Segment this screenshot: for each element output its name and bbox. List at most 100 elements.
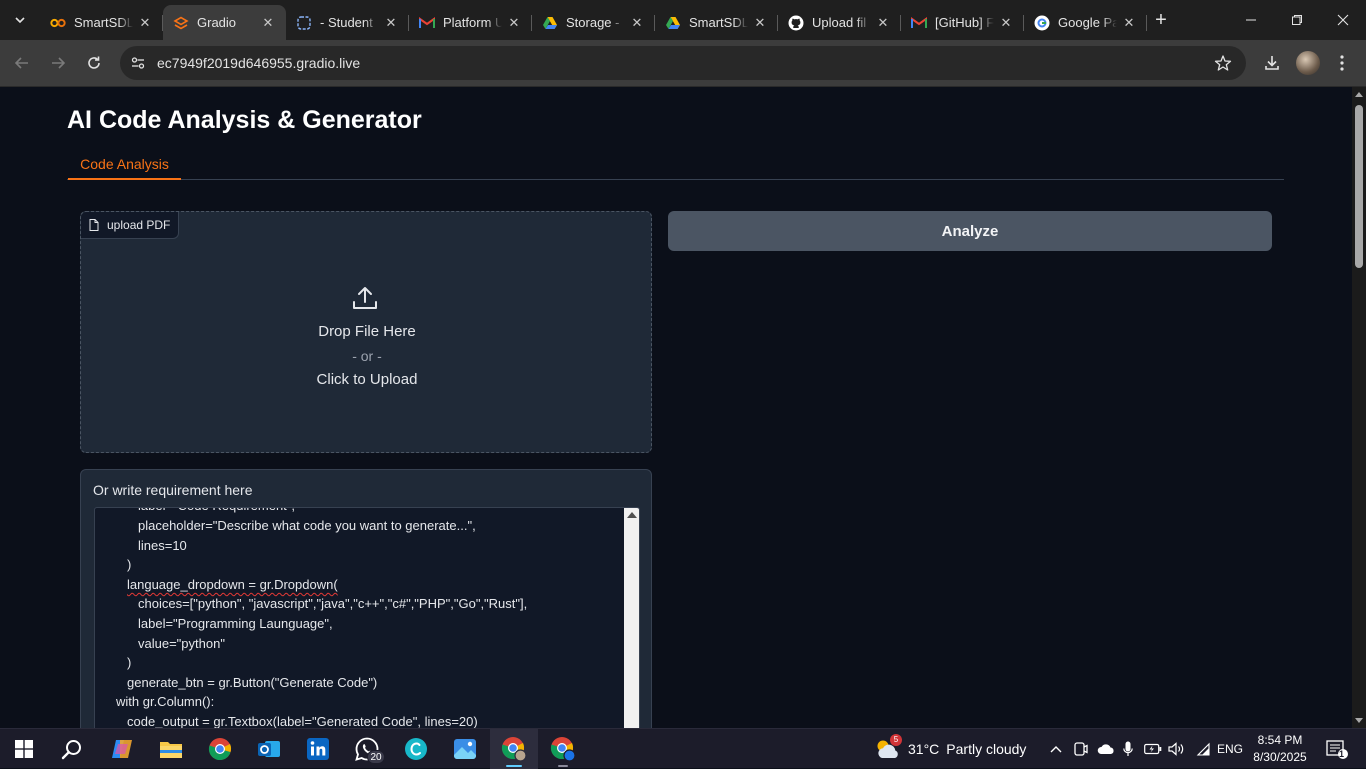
tray-battery[interactable] — [1142, 729, 1164, 769]
chrome-profile-2-icon — [550, 737, 576, 762]
close-window-button[interactable] — [1320, 0, 1366, 40]
close-icon[interactable]: ✕ — [1121, 15, 1137, 31]
pdf-upload-dropzone[interactable]: upload PDF Drop File Here - or - Click t… — [80, 211, 652, 453]
gmail-icon — [419, 15, 435, 31]
browser-tab-student[interactable]: - Student ✕ — [286, 5, 409, 40]
taskbar-file-explorer[interactable] — [147, 729, 195, 769]
speaker-icon — [1168, 742, 1184, 756]
taskbar-copilot[interactable] — [98, 729, 146, 769]
tray-microphone[interactable] — [1119, 729, 1137, 769]
scroll-down-arrow-icon[interactable] — [1355, 718, 1363, 723]
browser-tab-platform[interactable]: Platform U ✕ — [409, 5, 532, 40]
close-icon — [1337, 14, 1349, 26]
tab-title: Gradio — [197, 15, 237, 30]
close-icon[interactable]: ✕ — [260, 15, 276, 31]
reload-button[interactable] — [80, 49, 108, 77]
tray-wifi[interactable] — [1191, 729, 1213, 769]
close-icon[interactable]: ✕ — [383, 15, 399, 31]
taskbar-canva[interactable] — [392, 729, 440, 769]
back-button[interactable] — [8, 49, 36, 77]
tab-title: Upload fil — [812, 15, 867, 30]
taskbar-clock[interactable]: 8:54 PM 8/30/2025 — [1248, 732, 1312, 766]
taskbar-whatsapp[interactable]: 20 — [343, 729, 391, 769]
address-bar[interactable]: ec7949f2019d646955.gradio.live — [120, 46, 1246, 80]
analyze-button[interactable]: Analyze — [668, 211, 1272, 251]
taskbar-search-button[interactable] — [48, 729, 96, 769]
browser-tab-storage[interactable]: Storage - ✕ — [532, 5, 655, 40]
code-line: value="python" — [138, 636, 225, 651]
browser-tab-strip: SmartSDLC ✕ Gradio ✕ - Student ✕ Platfor… — [0, 0, 1366, 40]
gmail-icon — [911, 15, 927, 31]
textarea-scrollbar[interactable] — [624, 508, 639, 728]
browser-tab-smartsdlc[interactable]: SmartSDLC ✕ — [40, 5, 163, 40]
weather-condition-text: Partly cloudy — [946, 741, 1027, 757]
weather-widget[interactable]: 5 31°C Partly cloudy — [874, 729, 1026, 769]
new-tab-button[interactable]: + — [1150, 9, 1172, 31]
taskbar-outlook[interactable] — [245, 729, 293, 769]
tab-search-button[interactable] — [8, 8, 32, 32]
close-icon[interactable]: ✕ — [752, 15, 768, 31]
taskbar-photos[interactable] — [441, 729, 489, 769]
tab-title: SmartSDLC — [74, 15, 133, 30]
requirement-textarea[interactable]: label="Code Requirement", placeholder="D… — [94, 507, 640, 728]
page-title: AI Code Analysis & Generator — [67, 106, 422, 134]
scroll-up-arrow-icon[interactable] — [1355, 92, 1363, 97]
close-icon[interactable]: ✕ — [629, 15, 645, 31]
scrollbar-thumb[interactable] — [1355, 105, 1363, 268]
url-text[interactable]: ec7949f2019d646955.gradio.live — [157, 55, 360, 71]
gradio-page: AI Code Analysis & Generator Code Analys… — [0, 87, 1352, 728]
tray-onedrive[interactable] — [1095, 729, 1117, 769]
forward-button[interactable] — [44, 49, 72, 77]
minimize-button[interactable] — [1228, 0, 1274, 40]
code-line: code_output = gr.Textbox(label="Generate… — [127, 714, 478, 728]
close-icon[interactable]: ✕ — [137, 15, 153, 31]
browser-tab-gradio[interactable]: Gradio ✕ — [163, 5, 286, 40]
student-portal-icon — [296, 15, 312, 31]
bookmark-star-icon[interactable] — [1214, 54, 1232, 72]
windows-start-icon — [15, 740, 33, 758]
close-icon[interactable]: ✕ — [506, 15, 522, 31]
upload-label-text: upload PDF — [107, 218, 171, 232]
tray-volume[interactable] — [1166, 729, 1188, 769]
browser-tab-smartsdlc-drive[interactable]: SmartSDLC ✕ — [655, 5, 778, 40]
notification-count: 1 — [1339, 749, 1345, 759]
microphone-icon — [1123, 741, 1133, 756]
taskbar-chrome[interactable] — [196, 729, 244, 769]
arrow-right-icon — [52, 57, 66, 69]
browser-menu-button[interactable] — [1330, 51, 1354, 75]
site-settings-icon[interactable] — [130, 55, 146, 71]
start-button[interactable] — [0, 729, 48, 769]
upload-label: upload PDF — [81, 212, 180, 239]
windows-taskbar: 20 5 31°C Partly cloudy ENG 8:54 PM 8/30… — [0, 728, 1366, 769]
tray-language[interactable]: ENG — [1214, 729, 1246, 769]
restore-button[interactable] — [1274, 0, 1320, 40]
profile-avatar[interactable] — [1296, 51, 1320, 75]
downloads-button[interactable] — [1260, 51, 1284, 75]
download-icon — [1265, 56, 1279, 70]
close-icon[interactable]: ✕ — [875, 15, 891, 31]
tray-meet-now[interactable] — [1071, 729, 1091, 769]
whatsapp-unread-badge: 20 — [367, 750, 385, 764]
page-scrollbar[interactable] — [1352, 87, 1366, 728]
tab-code-analysis[interactable]: Code Analysis — [68, 151, 181, 180]
taskbar-linkedin[interactable] — [294, 729, 342, 769]
code-line: label="Programming Launguage", — [138, 616, 333, 631]
clock-time: 8:54 PM — [1257, 733, 1303, 747]
scroll-up-arrow-icon[interactable] — [627, 512, 637, 518]
minimize-icon — [1246, 19, 1256, 21]
chrome-icon — [208, 738, 232, 761]
close-icon[interactable]: ✕ — [998, 15, 1014, 31]
taskbar-chrome-profile-2[interactable] — [539, 729, 587, 769]
browser-tab-upload[interactable]: Upload fil ✕ — [778, 5, 901, 40]
taskbar-chrome-profile[interactable] — [490, 729, 538, 769]
click-to-upload-text[interactable]: Click to Upload — [81, 371, 653, 388]
drop-file-text: Drop File Here — [318, 323, 416, 340]
outlook-icon — [258, 741, 280, 757]
browser-tab-github-mail[interactable]: [GitHub] F ✕ — [901, 5, 1024, 40]
notification-center-button[interactable]: 1 — [1320, 729, 1354, 769]
temperature-text: 31°C — [908, 741, 940, 757]
browser-tab-google-pay[interactable]: Google Pa ✕ — [1024, 5, 1147, 40]
partly-cloudy-icon: 5 — [874, 734, 902, 760]
github-icon — [788, 15, 804, 31]
show-hidden-icons-button[interactable] — [1046, 729, 1066, 769]
